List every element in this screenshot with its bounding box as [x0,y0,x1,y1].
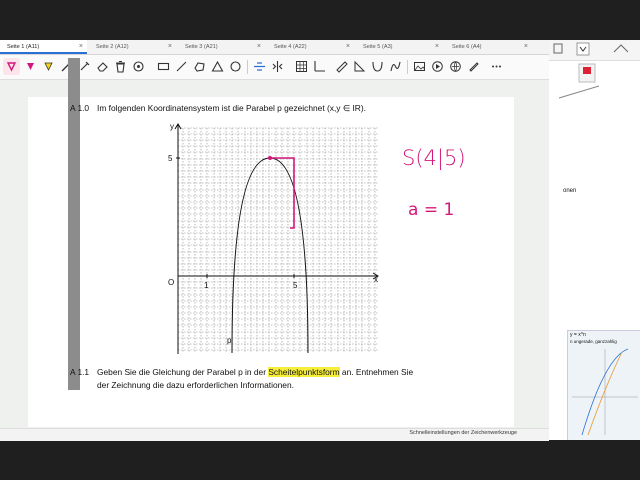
formula-card[interactable]: y = x^n n ungerade, ganzzahlig [567,330,640,440]
tab-seite-6[interactable]: Seite 6 (A4) × [445,40,532,54]
origin-label: O [168,278,175,287]
edit-icon[interactable] [465,58,482,75]
task-a11-text-after: an. Entnehmen Sie [341,367,414,377]
close-icon[interactable]: × [257,40,261,54]
circle-icon[interactable] [227,58,244,75]
function-icon[interactable] [387,58,404,75]
close-icon[interactable]: × [524,40,528,54]
highlighter-icon[interactable] [40,58,57,75]
task-a10-sentence: Im folgenden Koordinatensystem ist die P… [97,103,325,113]
tab-label: Seite 6 (A4) [452,44,482,50]
x-axis-label: x [374,275,378,284]
status-bar: Schnelleinstellungen der Zeichenwerkzeug… [0,428,549,441]
graph-grid [178,127,378,353]
handwritten-a-value: a = 1 [408,200,455,220]
task-a11-line1: Geben Sie die Gleichung der Parabel p in… [97,367,413,377]
pen-icon[interactable] [22,58,39,75]
close-icon[interactable]: × [435,40,439,54]
rectangle-icon[interactable] [155,58,172,75]
tab-label: Seite 4 (A22) [274,44,307,50]
line-icon[interactable] [173,58,190,75]
toolbar-divider [247,60,248,74]
task-a10-domain: (x,y ∈ IR). [327,103,366,113]
handwritten-vertex: S(4|5) [402,146,466,170]
close-icon[interactable]: × [346,40,350,54]
tab-label: Seite 2 (A12) [96,44,129,50]
side-panel-icons[interactable] [549,40,640,100]
tab-seite-4[interactable]: Seite 4 (A22) × [267,40,354,54]
task-a11-line2: der Zeichnung die dazu erforderlichen In… [97,380,294,390]
link-icon[interactable] [447,58,464,75]
tab-seite-3[interactable]: Seite 3 (A21) × [178,40,265,54]
ellipse-icon[interactable] [191,58,208,75]
more-icon[interactable] [488,58,505,75]
side-panel-word: onen [563,188,577,194]
parabola-p [231,157,309,354]
triangle-ruler-icon[interactable] [351,58,368,75]
trash-icon[interactable] [112,58,129,75]
task-a11-label: A 1.1 [70,367,90,377]
vertex-mark [268,156,272,160]
coordinate-system [174,123,379,354]
color-circle-icon[interactable] [130,58,147,75]
close-icon[interactable]: × [168,40,172,54]
triangle-icon[interactable] [209,58,226,75]
parabola-icon[interactable] [369,58,386,75]
image-icon[interactable] [411,58,428,75]
x-tick-1: 1 [204,281,209,290]
video-icon[interactable] [429,58,446,75]
formula-title: y = x^n [570,332,586,338]
tab-label: Seite 1 (A11) [7,44,40,50]
power-function-graph [572,348,638,436]
y-tick-5: 5 [168,154,173,163]
side-panel: onen y = x^n n ungerade, ganzzahlig [549,40,640,440]
tab-seite-1[interactable]: Seite 1 (A11) × [0,40,87,54]
task-a10-text: Im folgenden Koordinatensystem ist die P… [97,103,366,113]
task-a10-label: A 1.0 [70,103,90,113]
eraser-icon[interactable] [94,58,111,75]
curve-label: p [227,336,232,345]
status-text[interactable]: Schnelleinstellungen der Zeichenwerkzeug… [409,430,517,436]
y-axis-label: y [170,122,174,131]
task-a11-text-before: Geben Sie die Gleichung der Parabel p in… [97,367,267,377]
page-tabbar: Seite 1 (A11) × Seite 2 (A12) × Seite 3 (A… [0,40,549,55]
ruler-icon[interactable] [333,58,350,75]
axis-icon[interactable] [311,58,328,75]
align-icon[interactable] [251,58,268,75]
table-icon[interactable] [293,58,310,75]
tab-seite-2[interactable]: Seite 2 (A12) × [89,40,176,54]
lasso-icon[interactable] [3,58,20,75]
close-icon[interactable]: × [79,40,83,54]
tab-seite-5[interactable]: Seite 5 (A3) × [356,40,443,54]
tab-label: Seite 5 (A3) [363,44,393,50]
formula-caption: n ungerade, ganzzahlig [570,339,617,344]
mirror-icon[interactable] [269,58,286,75]
toolbar-divider [407,60,408,74]
highlighted-term: Scheitelpunktsform [268,367,340,377]
tab-label: Seite 3 (A21) [185,44,218,50]
drawing-toolbar [0,55,549,80]
x-tick-5: 5 [293,281,298,290]
